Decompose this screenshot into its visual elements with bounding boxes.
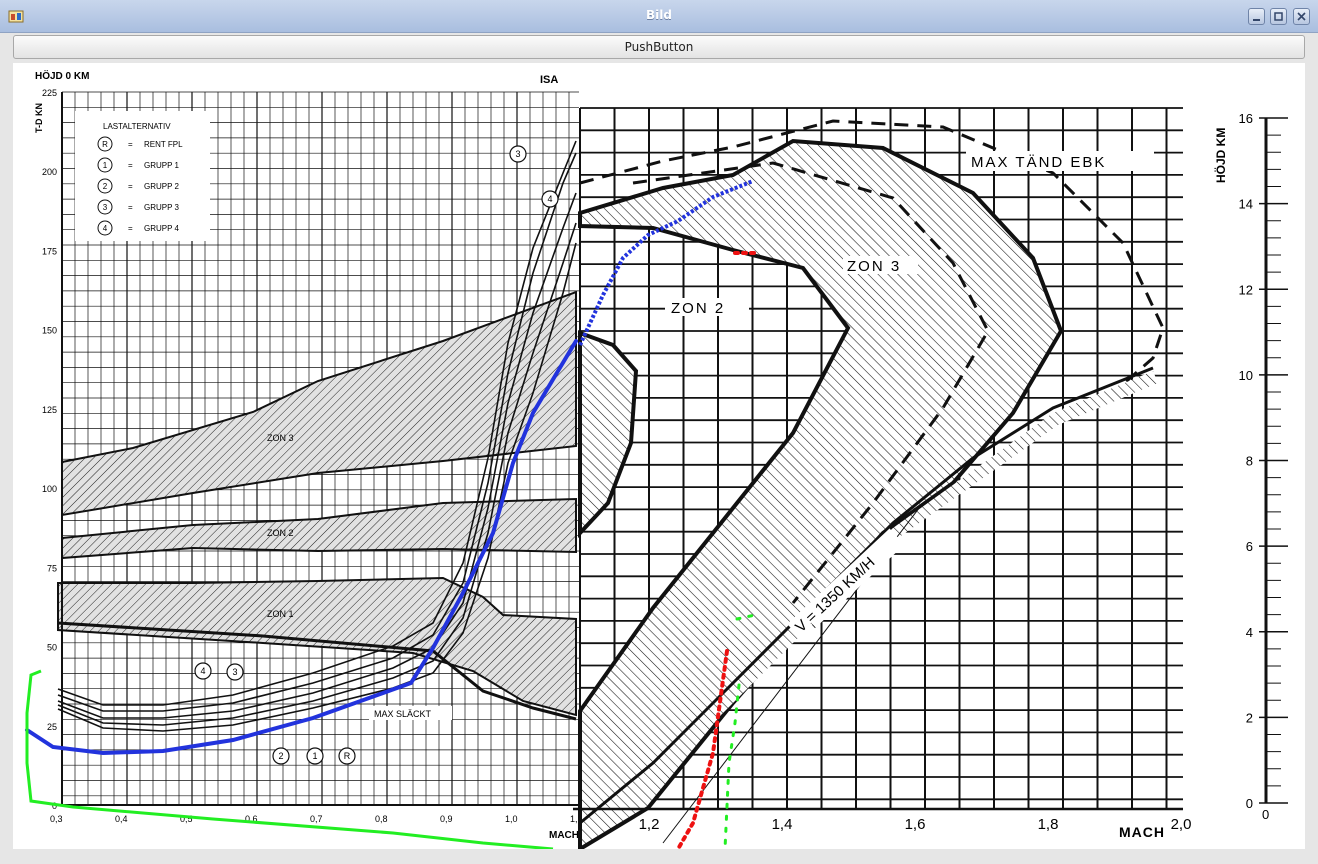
zone-2-region (578, 330, 639, 539)
legend-symbol: 2 (103, 182, 108, 191)
right-x-tick: 1,4 (772, 816, 793, 833)
altitude-tick: 16 (1239, 111, 1253, 126)
legend-label: RENT FPL (144, 140, 183, 149)
altitude-tick: 10 (1239, 368, 1253, 383)
minimize-icon (1253, 19, 1260, 21)
curve-marker-label: 4 (547, 194, 552, 204)
left-ylabel: T-D KN (34, 103, 44, 133)
legend-symbol: 1 (103, 161, 108, 170)
zone-label-3: ZON 3 (267, 433, 294, 443)
max-tand-ebk-label: MAX TÄND EBK (971, 154, 1106, 171)
left-y-tick: 175 (42, 246, 57, 256)
left-y-tick: 75 (47, 563, 57, 573)
altitude-tick: 8 (1246, 454, 1253, 469)
left-y-tick: 200 (42, 167, 57, 177)
legend-symbol: R (102, 140, 108, 149)
legend-equals: = (128, 224, 133, 233)
curve-marker-label: R (344, 751, 351, 761)
left-x-tick: 0,4 (115, 814, 128, 824)
image-canvas: HÖJD 0 KM ISA T-D KN MACH 225 200 175 150 12… (13, 63, 1305, 849)
right-x-tick: 1,8 (1038, 816, 1059, 833)
zone-label-2: ZON 2 (267, 528, 294, 538)
left-y-tick: 25 (47, 722, 57, 732)
right-ylabel: HÖJD KM (1213, 128, 1228, 183)
max-slackt-label: MAX SLÄCKT (374, 709, 432, 719)
left-x-tick: 1,0 (505, 814, 518, 824)
left-y-tick: 100 (42, 484, 57, 494)
altitude-tick: 0 (1246, 796, 1253, 811)
left-x-tick: 0,9 (440, 814, 453, 824)
right-xlabel: MACH (1119, 824, 1165, 840)
legend-equals: = (128, 161, 133, 170)
legend-label: GRUPP 2 (144, 182, 180, 191)
zone-1-band (57, 576, 577, 717)
left-y-tick: 50 (47, 643, 57, 653)
left-x-tick: 0,7 (310, 814, 323, 824)
legend-equals: = (128, 140, 133, 149)
left-y-tick: 125 (42, 405, 57, 415)
right-x-tick: 1,2 (639, 816, 660, 833)
legend-label: GRUPP 4 (144, 224, 180, 233)
left-xlabel: MACH (549, 830, 579, 841)
legend-title: LASTALTERNATIV (103, 122, 171, 131)
legend-symbol: 4 (103, 224, 108, 233)
maximize-button[interactable] (1270, 8, 1287, 25)
legend-label: GRUPP 1 (144, 161, 180, 170)
curve-marker-label: 1 (312, 751, 317, 761)
right-x-tick: 1,6 (905, 816, 926, 833)
right-x-tick: 2,0 (1171, 816, 1192, 833)
legend-equals: = (128, 203, 133, 212)
right-zone-2-label: ZON 2 (671, 300, 725, 317)
close-button[interactable] (1293, 8, 1310, 25)
left-x-tick: 0,8 (375, 814, 388, 824)
maximize-icon (1274, 12, 1283, 21)
left-y-tick: 150 (42, 326, 57, 336)
window-title: Bild (646, 8, 672, 22)
legend-symbol: 3 (103, 203, 108, 212)
curve-marker-label: 4 (200, 666, 205, 676)
altitude-tick: 2 (1246, 710, 1253, 725)
left-corner-title: HÖJD 0 KM (35, 69, 89, 82)
altitude-tick: 14 (1239, 197, 1253, 212)
right-zone-3-label: ZON 3 (847, 258, 901, 275)
curve-marker-label: 3 (515, 149, 520, 159)
legend-label: GRUPP 3 (144, 203, 180, 212)
chart-image: HÖJD 0 KM ISA T-D KN MACH 22520017515012… (25, 69, 1288, 849)
minimize-button[interactable] (1248, 8, 1265, 25)
zone-label-1: ZON 1 (267, 609, 294, 619)
title-bar[interactable]: Bild (0, 0, 1318, 33)
altitude-side-zero: 0 (1262, 807, 1269, 822)
altitude-tick: 4 (1246, 625, 1253, 640)
curve-marker-label: 2 (278, 751, 283, 761)
close-icon (1297, 12, 1306, 21)
curve-marker-label: 3 (232, 667, 237, 677)
push-button[interactable]: PushButton (13, 35, 1305, 59)
left-x-tick: 0,3 (50, 814, 63, 824)
legend-equals: = (128, 182, 133, 191)
left-corner-right: ISA (540, 74, 558, 86)
altitude-tick: 6 (1246, 539, 1253, 554)
left-y-tick: 225 (42, 88, 57, 98)
altitude-tick: 12 (1239, 282, 1253, 297)
app-window: Bild PushButton HÖJD 0 KM ISA T-D KN MAC… (0, 0, 1318, 864)
